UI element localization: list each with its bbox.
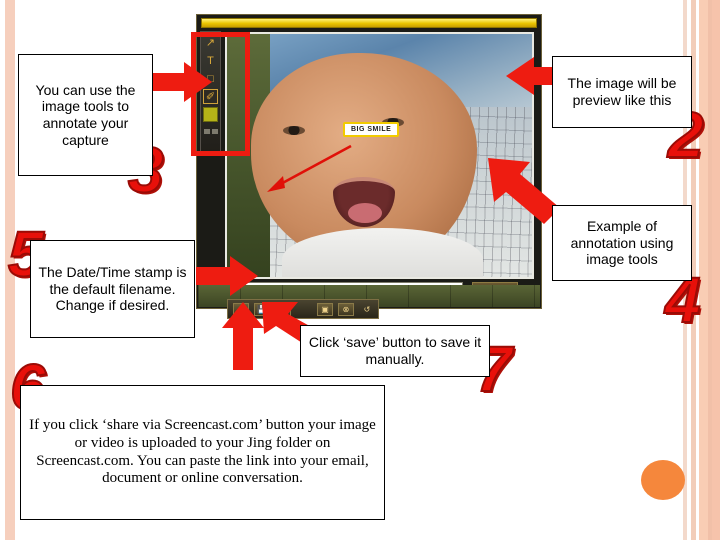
more-button[interactable]: ↺ xyxy=(359,303,375,316)
slide-canvas: ↗ T □ ✐ BIG SMILE 💾 ▣ ⊗ ↺ 2 5 4 7 You ca… xyxy=(0,0,720,540)
callout-share-screencast: If you click ‘share via Screencast.com’ … xyxy=(20,385,385,520)
arrow-to-toolbar xyxy=(150,62,212,102)
photo-eye-left xyxy=(282,126,305,136)
arrow-to-filename xyxy=(196,256,258,296)
cancel-button[interactable]: ⊗ xyxy=(338,302,354,316)
arrow-to-annotation xyxy=(488,158,560,224)
capture-annotation-arrow xyxy=(267,144,352,192)
callout-datetime-filename: The Date/Time stamp is the default filen… xyxy=(30,240,195,338)
callout-annotation-example: Example of annotation using image tools xyxy=(552,205,692,281)
callout-image-preview: The image will be preview like this xyxy=(552,56,692,128)
border-stripe-right-7 xyxy=(712,0,720,540)
orange-dot xyxy=(641,460,685,500)
callout-image-tools: You can use the image tools to annotate … xyxy=(18,54,153,176)
callout-save-manually: Click ‘save’ button to save it manually. xyxy=(300,325,490,377)
jing-titlebar xyxy=(201,18,537,28)
big-smile-annotation-label: BIG SMILE xyxy=(343,122,400,137)
